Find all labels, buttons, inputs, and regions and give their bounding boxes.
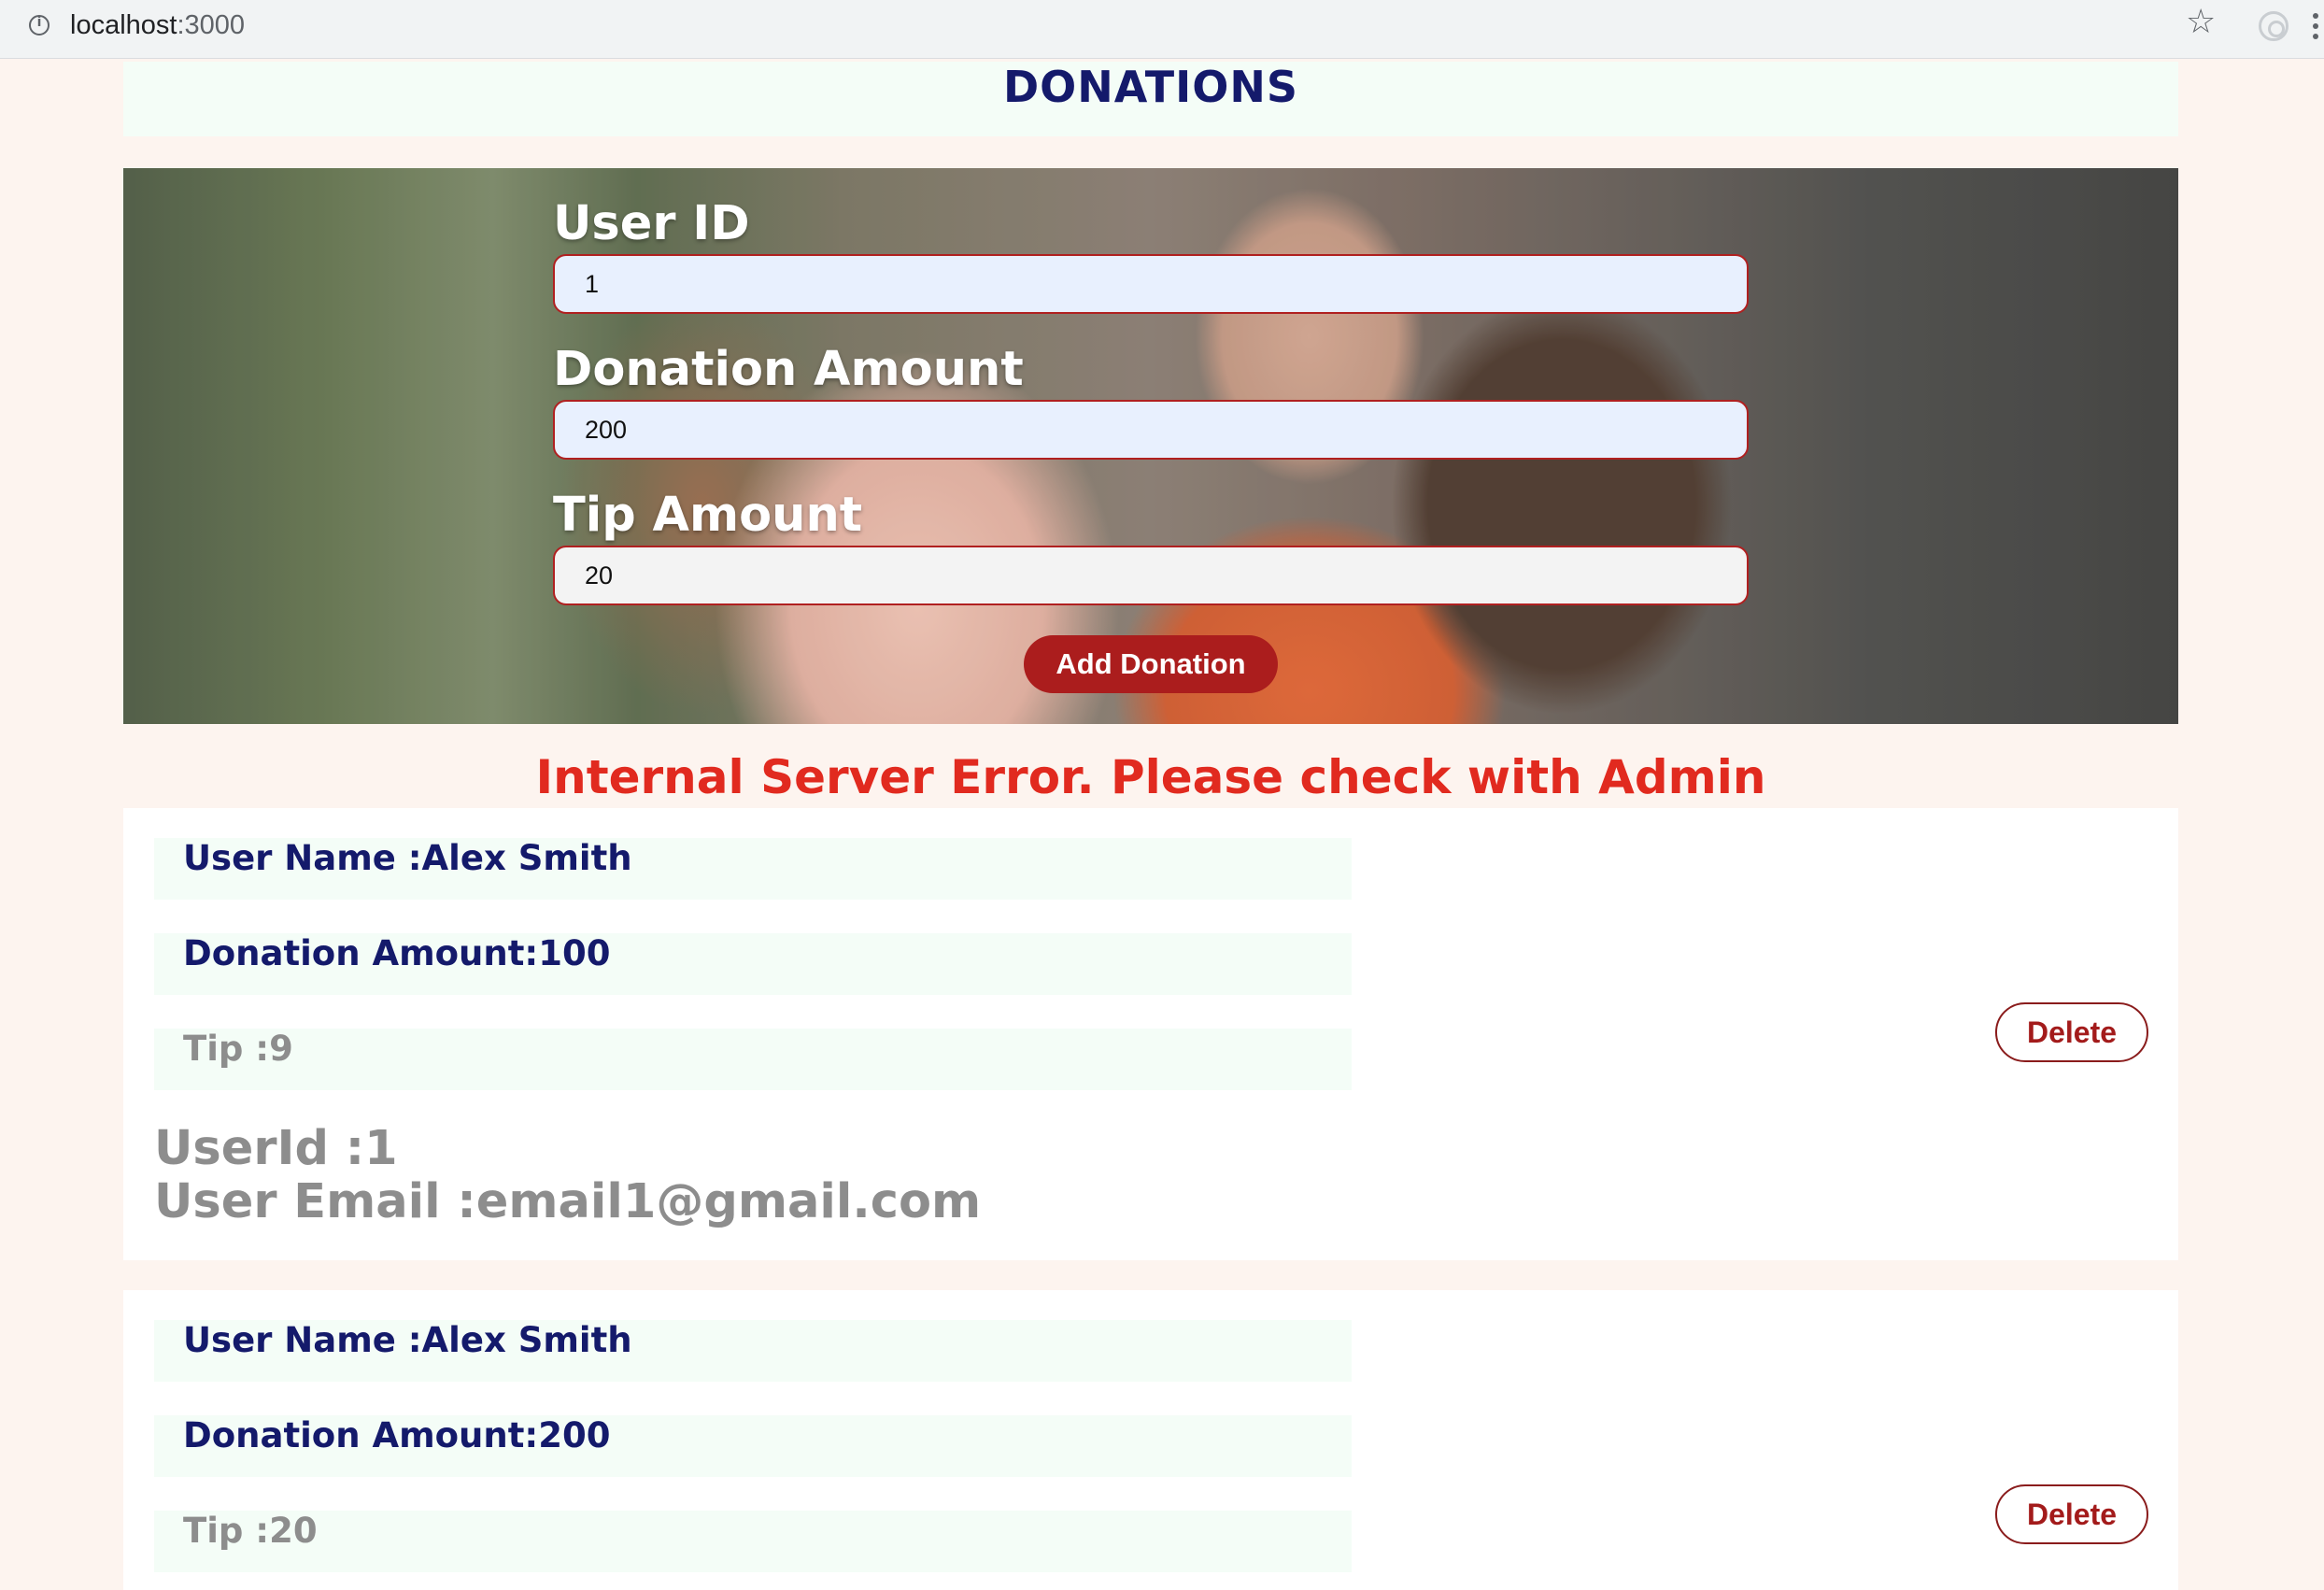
tip-amount-label: Tip Amount [553,488,863,543]
donation-amount: Donation Amount:200 [154,1415,1352,1477]
user-id-input[interactable] [553,254,1749,314]
user-name: User Name :Alex Smith [154,838,1352,900]
user-email: User Email :email1@gmail.com [154,1174,982,1229]
user-id: UserId :1 [154,1121,398,1176]
page-title: DONATIONS [1002,62,1299,112]
info-icon[interactable] [29,15,50,35]
tip: Tip :20 [154,1511,1352,1572]
url-port: :3000 [177,10,246,40]
delete-button[interactable]: Delete [1995,1002,2148,1062]
donation-amount-label: Donation Amount [553,342,1024,397]
tip: Tip :9 [154,1029,1352,1090]
error-message: Internal Server Error. Please check with… [535,750,1766,804]
browser-toolbar: localhost:3000 ☆ [0,0,2324,59]
donation-card: User Name :Alex Smith Donation Amount:20… [123,1290,2178,1590]
add-donation-button[interactable]: Add Donation [1024,635,1278,693]
url-host: localhost [70,10,177,40]
more-menu-icon[interactable] [2313,13,2320,44]
tip-amount-input[interactable] [553,546,1749,605]
user-name: User Name :Alex Smith [154,1320,1352,1382]
bookmark-star-icon[interactable]: ☆ [2186,6,2216,39]
donation-form: User ID Donation Amount Tip Amount Add D… [123,168,2178,724]
url-text[interactable]: localhost:3000 [70,10,245,41]
donation-amount-input[interactable] [553,400,1749,460]
address-bar[interactable]: localhost:3000 [0,0,2223,54]
donation-amount: Donation Amount:100 [154,933,1352,995]
extension-icon[interactable] [2259,11,2289,41]
user-id-label: User ID [553,196,750,251]
delete-button[interactable]: Delete [1995,1484,2148,1544]
donation-card: User Name :Alex Smith Donation Amount:10… [123,808,2178,1260]
page-header: DONATIONS [123,62,2178,136]
